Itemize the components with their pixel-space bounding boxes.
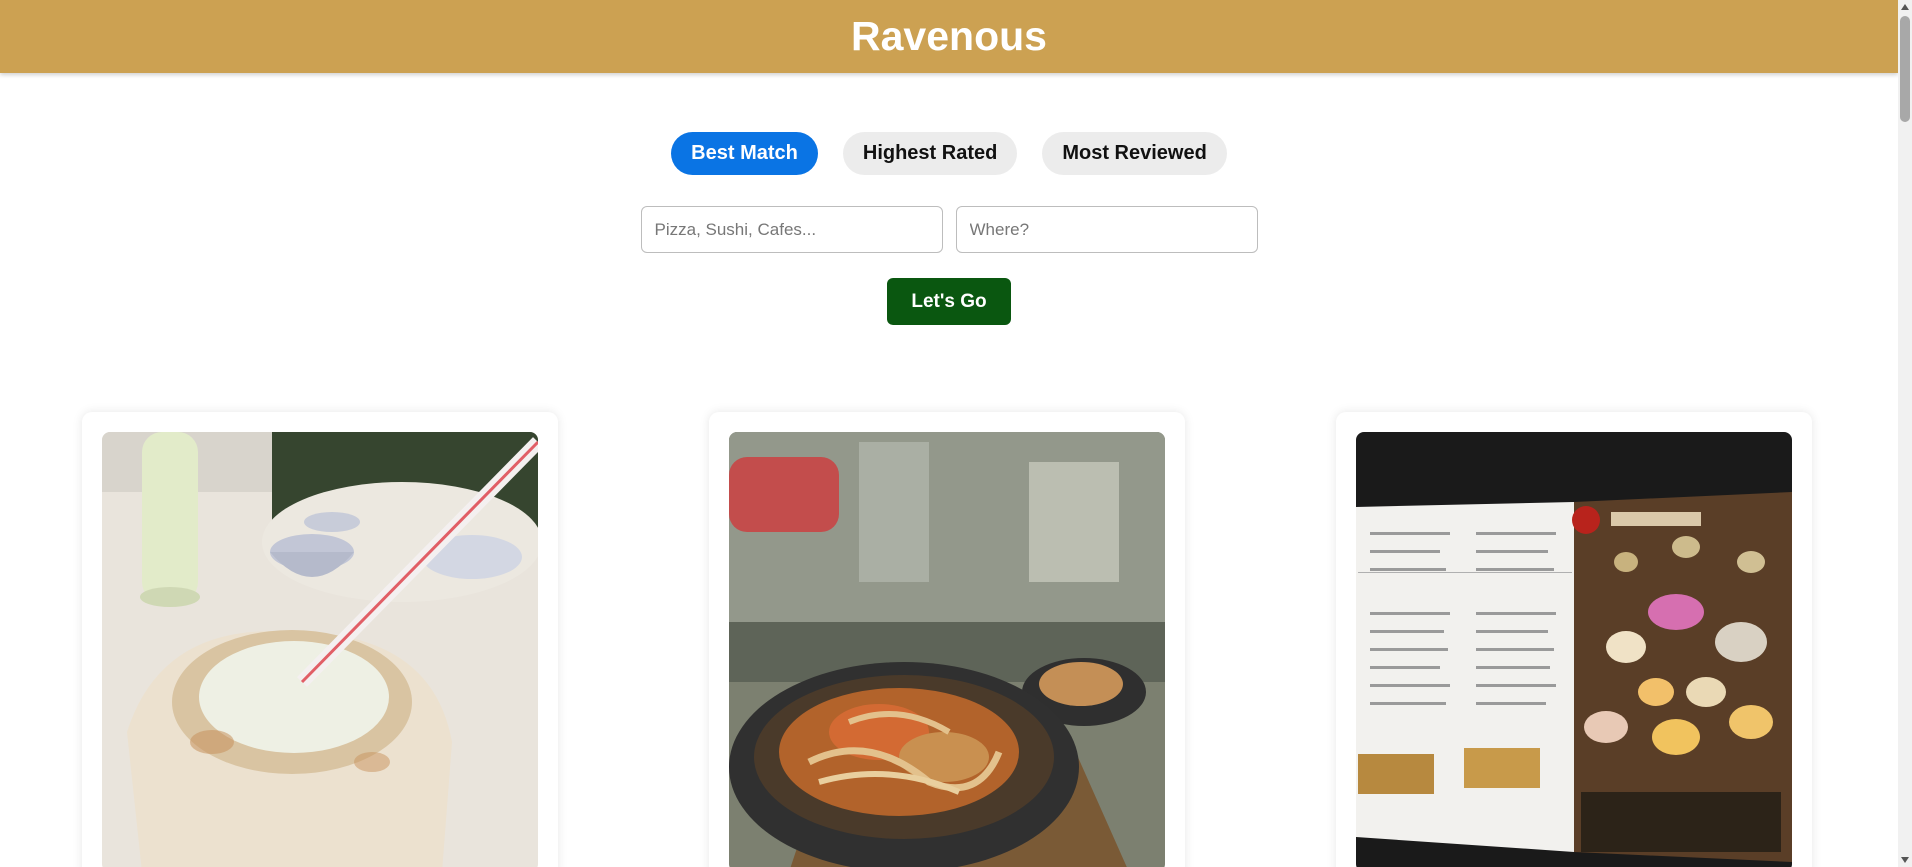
business-image[interactable]	[729, 432, 1165, 867]
app: Ravenous Best Match Highest Rated Most R…	[0, 0, 1912, 867]
claypot-noodles-photo	[729, 432, 1165, 867]
sort-highest-rated-button[interactable]: Highest Rated	[842, 132, 1018, 175]
vertical-scrollbar[interactable]	[1898, 0, 1912, 867]
coconut-drink-photo	[102, 432, 538, 867]
search-fields	[0, 206, 1898, 253]
sort-best-match-button[interactable]: Best Match	[671, 132, 818, 175]
dim-sum-menu-photo	[1356, 432, 1792, 867]
app-title: Ravenous	[851, 13, 1047, 59]
search-location-input[interactable]	[955, 206, 1258, 253]
lets-go-button[interactable]: Let's Go	[887, 278, 1011, 325]
search-term-input[interactable]	[640, 206, 943, 253]
app-header: Ravenous	[0, 0, 1898, 73]
scrollbar-thumb[interactable]	[1900, 16, 1910, 122]
business-card[interactable]	[82, 412, 558, 867]
sort-most-reviewed-button[interactable]: Most Reviewed	[1042, 132, 1227, 175]
search-submit-row: Let's Go	[0, 278, 1898, 325]
business-image[interactable]	[102, 432, 538, 867]
sort-options: Best Match Highest Rated Most Reviewed	[0, 132, 1898, 175]
scroll-down-icon[interactable]	[1901, 857, 1909, 863]
business-card[interactable]	[1336, 412, 1812, 867]
business-card[interactable]	[709, 412, 1185, 867]
scroll-up-icon[interactable]	[1901, 4, 1909, 10]
business-image[interactable]	[1356, 432, 1792, 867]
